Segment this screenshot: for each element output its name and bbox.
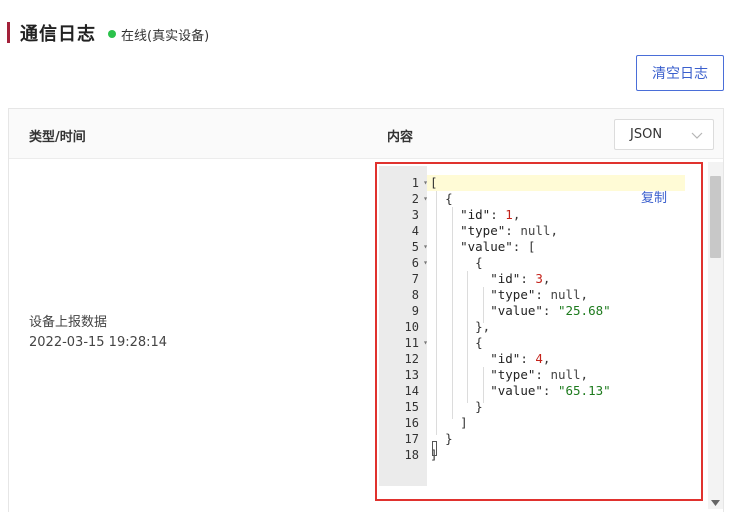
code-line: [ bbox=[430, 175, 438, 190]
line-number: 1 ▾ bbox=[411, 176, 428, 190]
line-number: 3 bbox=[411, 208, 419, 222]
code-line: ] bbox=[430, 447, 438, 462]
line-number: 11 ▾ bbox=[404, 336, 428, 350]
code-line: } bbox=[445, 431, 453, 446]
code-line: "id": 3, bbox=[490, 271, 551, 286]
vertical-scrollbar[interactable] bbox=[708, 162, 723, 509]
chevron-down-icon bbox=[691, 132, 703, 139]
code-line: "type": null, bbox=[460, 223, 558, 238]
title-accent-bar bbox=[7, 22, 10, 43]
line-number: 15 bbox=[404, 400, 419, 414]
line-number: 14 bbox=[404, 384, 419, 398]
text-cursor bbox=[432, 441, 437, 456]
line-number: 2 ▾ bbox=[411, 192, 428, 206]
line-number: 12 bbox=[404, 352, 419, 366]
column-header-content: 内容 bbox=[387, 130, 414, 145]
format-select[interactable]: JSON bbox=[614, 119, 714, 150]
line-number: 10 bbox=[404, 320, 419, 334]
fold-toggle-icon[interactable]: ▾ bbox=[423, 335, 428, 351]
code-line: ] bbox=[460, 415, 468, 430]
line-numbers: 1 ▾ 2 ▾ 3 4 5 ▾ 6 ▾ 7 8 9 10 11 ▾ 12 13 14 15 16 17 18 bbox=[379, 175, 428, 463]
line-number: 8 bbox=[411, 288, 419, 302]
fold-toggle-icon[interactable]: ▾ bbox=[423, 255, 428, 271]
code-line: "value": "65.13" bbox=[490, 383, 611, 398]
line-number: 6 ▾ bbox=[411, 256, 428, 270]
table-header: 类型/时间 内容 JSON bbox=[9, 109, 723, 159]
device-status-text: 在线(真实设备) bbox=[121, 29, 210, 44]
scrollbar-thumb[interactable] bbox=[710, 176, 721, 258]
line-number: 4 bbox=[411, 224, 419, 238]
code-line: "type": null, bbox=[490, 287, 589, 302]
line-number: 17 bbox=[404, 432, 419, 446]
json-content: [ { "id": 1, "type": null, "value": [ { … bbox=[430, 175, 611, 463]
code-line: "value": "25.68" bbox=[490, 303, 611, 318]
code-line: }, bbox=[475, 319, 491, 334]
scroll-down-arrow-icon[interactable] bbox=[711, 500, 720, 506]
format-select-value: JSON bbox=[630, 127, 663, 142]
line-number: 5 ▾ bbox=[411, 240, 428, 254]
line-number: 9 bbox=[411, 304, 419, 318]
log-table: 类型/时间 内容 JSON 设备上报数据 2022-03-15 19:28:14… bbox=[8, 108, 724, 512]
online-status-dot bbox=[108, 30, 116, 38]
code-line: "id": 1, bbox=[460, 207, 521, 222]
code-line: { bbox=[445, 191, 453, 206]
code-line: "id": 4, bbox=[490, 351, 551, 366]
log-type: 设备上报数据 bbox=[29, 315, 108, 330]
line-number: 18 bbox=[404, 448, 419, 462]
fold-toggle-icon[interactable]: ▾ bbox=[423, 191, 428, 207]
code-line: { bbox=[475, 335, 483, 350]
code-line: "type": null, bbox=[490, 367, 589, 382]
copy-button[interactable]: 复制 bbox=[641, 187, 667, 206]
fold-toggle-icon[interactable]: ▾ bbox=[423, 239, 428, 255]
code-line: "value": [ bbox=[460, 239, 536, 254]
json-code-editor[interactable]: 1 ▾ 2 ▾ 3 4 5 ▾ 6 ▾ 7 8 9 10 11 ▾ 12 13 14 15 16 17 18 [ { "id… bbox=[375, 162, 703, 501]
page-title: 通信日志 bbox=[20, 24, 96, 45]
line-number: 13 bbox=[404, 368, 419, 382]
clear-log-button[interactable]: 清空日志 bbox=[636, 55, 724, 91]
line-number: 16 bbox=[404, 416, 419, 430]
line-number: 7 bbox=[411, 272, 419, 286]
code-line: } bbox=[475, 399, 483, 414]
code-line: { bbox=[475, 255, 483, 270]
column-header-type-time: 类型/时间 bbox=[29, 130, 86, 145]
fold-toggle-icon[interactable]: ▾ bbox=[423, 175, 428, 191]
log-timestamp: 2022-03-15 19:28:14 bbox=[29, 335, 168, 350]
